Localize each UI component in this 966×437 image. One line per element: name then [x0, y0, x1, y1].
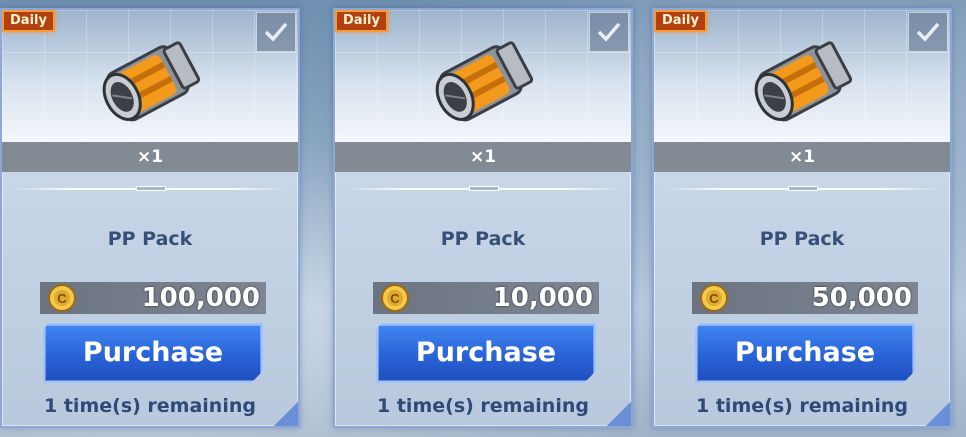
remaining-count: 1 time(s) remaining — [44, 395, 256, 417]
price-bar: C 50,000 — [692, 282, 918, 314]
price-value: 10,000 — [492, 283, 593, 313]
checkmark-icon[interactable] — [256, 12, 296, 52]
item-name: PP Pack — [107, 228, 193, 250]
checkmark-icon[interactable] — [589, 12, 629, 52]
gold-coin-icon: C — [700, 284, 728, 312]
price-value: 50,000 — [811, 283, 912, 313]
svg-text:C: C — [390, 291, 400, 306]
purchase-button[interactable]: Purchase — [695, 323, 915, 383]
divider-ornament — [469, 186, 499, 191]
price-bar: C 100,000 — [40, 282, 266, 314]
shop-card-3[interactable]: Daily ×1 PP Pack C 100,000 Purchase 1 ti… — [0, 8, 300, 428]
divider-ornament — [136, 186, 166, 191]
pp-pack-canister-icon — [435, 41, 534, 122]
quantity-label: ×1 — [2, 142, 298, 172]
remaining-count: 1 time(s) remaining — [696, 395, 908, 417]
quantity-label: ×1 — [654, 142, 950, 172]
remaining-count: 1 time(s) remaining — [377, 395, 589, 417]
shop-card-1[interactable]: Daily ×1 PP Pack C 10,000 Purchase 1 tim… — [333, 8, 633, 428]
shop-card-2[interactable]: Daily ×1 PP Pack C 50,000 Purchase 1 tim… — [652, 8, 952, 428]
price-value: 100,000 — [141, 283, 260, 313]
daily-badge: Daily — [654, 10, 707, 32]
pp-pack-canister-icon — [102, 41, 201, 122]
item-name: PP Pack — [759, 228, 845, 250]
corner-decoration — [274, 402, 298, 426]
svg-text:C: C — [57, 291, 67, 306]
purchase-button[interactable]: Purchase — [376, 323, 596, 383]
svg-text:C: C — [709, 291, 719, 306]
daily-badge: Daily — [2, 10, 55, 32]
corner-decoration — [607, 402, 631, 426]
gold-coin-icon: C — [48, 284, 76, 312]
item-name: PP Pack — [440, 228, 526, 250]
quantity-label: ×1 — [335, 142, 631, 172]
divider-ornament — [788, 186, 818, 191]
checkmark-icon[interactable] — [908, 12, 948, 52]
pp-pack-canister-icon — [754, 41, 853, 122]
daily-badge: Daily — [335, 10, 388, 32]
corner-decoration — [926, 402, 950, 426]
gold-coin-icon: C — [381, 284, 409, 312]
purchase-button[interactable]: Purchase — [43, 323, 263, 383]
price-bar: C 10,000 — [373, 282, 599, 314]
